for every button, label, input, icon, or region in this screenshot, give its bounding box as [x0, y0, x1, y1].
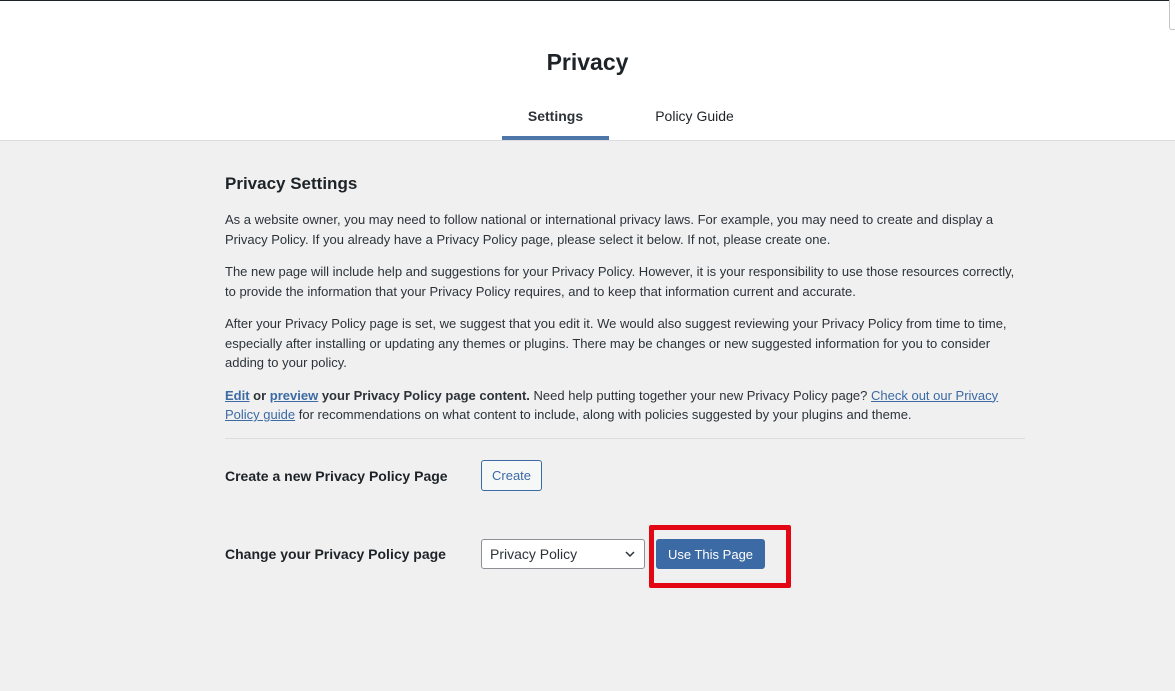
edit-preview-strong: Edit or preview your Privacy Policy page…	[225, 388, 530, 403]
highlight-annotation-box	[649, 525, 791, 588]
create-button[interactable]: Create	[481, 460, 543, 491]
recommendations-text: for recommendations on what content to i…	[295, 407, 912, 422]
privacy-settings-panel: Privacy Settings As a website owner, you…	[225, 172, 1025, 439]
or-text: or	[249, 387, 270, 403]
tab-bar: Settings Policy Guide	[502, 96, 780, 140]
selected-page-value: Privacy Policy	[490, 546, 578, 562]
edit-preview-paragraph: Edit or preview your Privacy Policy page…	[225, 386, 1025, 425]
edit-suggestion-paragraph: After your Privacy Policy page is set, w…	[225, 316, 1007, 370]
page-header: Privacy Settings Policy Guide	[0, 1, 1175, 141]
page-content-text: your Privacy Policy page content.	[318, 387, 530, 403]
help-text: Need help putting together your new Priv…	[529, 387, 871, 403]
intro-paragraph: As a website owner, you may need to foll…	[225, 212, 994, 247]
chevron-down-icon	[625, 551, 635, 558]
edit-link[interactable]: Edit	[225, 388, 250, 403]
page-title: Privacy	[546, 49, 629, 75]
tab-settings[interactable]: Settings	[502, 96, 609, 140]
scrollbar-handle[interactable]	[1169, 0, 1175, 30]
preview-link[interactable]: preview	[270, 388, 318, 403]
responsibility-paragraph: The new page will include help and sugge…	[225, 264, 1015, 299]
privacy-page-select[interactable]: Privacy Policy	[481, 539, 645, 569]
change-page-label: Change your Privacy Policy page	[225, 546, 446, 562]
section-divider	[225, 437, 1025, 439]
section-heading: Privacy Settings	[225, 174, 358, 193]
tab-policy-guide[interactable]: Policy Guide	[609, 96, 780, 140]
create-page-label: Create a new Privacy Policy Page	[225, 467, 448, 484]
create-page-row: Create a new Privacy Policy Page Create	[225, 460, 543, 491]
